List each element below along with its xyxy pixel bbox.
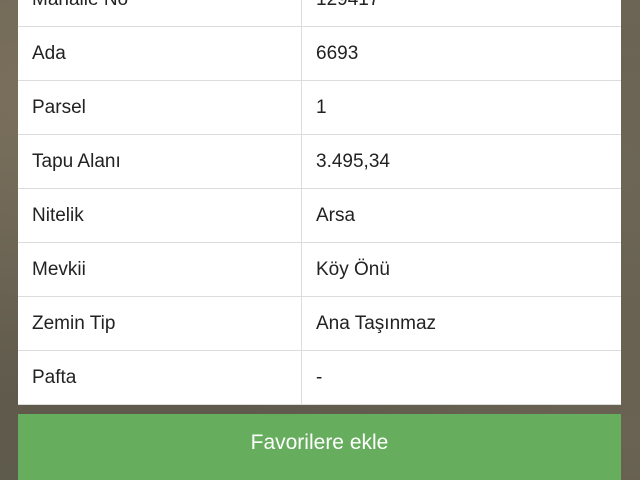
row-value: Arsa	[316, 204, 356, 226]
row-value: Ana Taşınmaz	[316, 312, 437, 334]
row-value: 6693	[316, 42, 359, 64]
table-row-mahalle-no: Mahalle No 129417	[18, 0, 621, 27]
row-label: Pafta	[18, 351, 302, 404]
row-label: Zemin Tip	[18, 297, 302, 350]
row-value: 3.495,34	[316, 150, 390, 172]
table-row-parsel: Parsel 1	[18, 81, 621, 135]
table-row-zemin-tip: Zemin Tip Ana Taşınmaz	[18, 297, 621, 351]
table-row-ada: Ada 6693	[18, 27, 621, 81]
row-label: Parsel	[18, 81, 302, 134]
row-label: Mahalle No	[18, 0, 302, 26]
row-label: Nitelik	[18, 189, 302, 242]
table-row-pafta: Pafta -	[18, 351, 621, 405]
table-row-tapu-alani: Tapu Alanı 3.495,34	[18, 135, 621, 189]
row-label: Ada	[18, 27, 302, 80]
row-value: -	[316, 366, 323, 388]
row-value: 1	[316, 96, 327, 118]
parcel-info-table: Mahalle No 129417 Ada 6693 Parsel 1 Tapu…	[18, 0, 621, 405]
table-row-nitelik: Nitelik Arsa	[18, 189, 621, 243]
row-label: Mevkii	[18, 243, 302, 296]
screen: Mahalle No 129417 Ada 6693 Parsel 1 Tapu…	[0, 0, 640, 480]
row-value: Köy Önü	[316, 258, 390, 280]
add-to-favorites-button[interactable]: Favorilere ekle	[18, 414, 621, 480]
row-label: Tapu Alanı	[18, 135, 302, 188]
table-row-mevkii: Mevkii Köy Önü	[18, 243, 621, 297]
row-value: 129417	[302, 0, 621, 26]
